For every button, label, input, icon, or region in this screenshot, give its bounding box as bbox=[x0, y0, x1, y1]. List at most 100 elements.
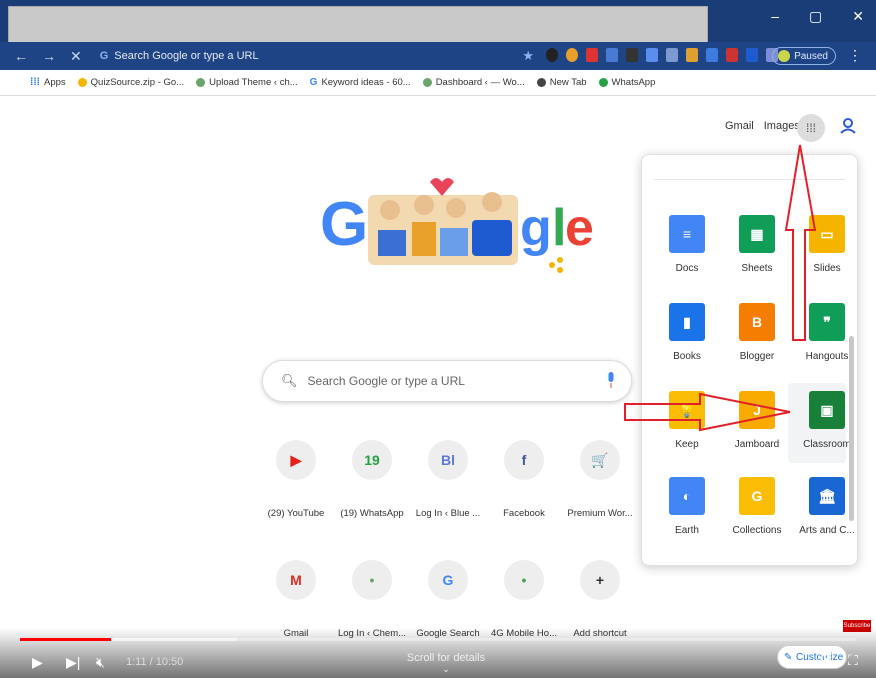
shortcut-favicon-icon: 19 bbox=[352, 440, 392, 480]
extension-icon[interactable] bbox=[546, 48, 558, 62]
minimize-icon[interactable]: – bbox=[771, 8, 779, 25]
bookmark-label: Apps bbox=[44, 77, 66, 88]
search-box[interactable]: 🔍︎ Search Google or type a URL bbox=[262, 360, 632, 402]
window-controls: – ▢ ✕ bbox=[771, 8, 864, 25]
gmail-link[interactable]: Gmail bbox=[725, 120, 754, 132]
forward-icon[interactable]: → bbox=[42, 48, 56, 64]
app-label: Sheets bbox=[741, 263, 773, 274]
images-link[interactable]: Images bbox=[764, 120, 800, 132]
bookmark-label: Dashboard ‹ — Wo... bbox=[435, 77, 525, 88]
app-label: Keep bbox=[675, 439, 699, 450]
drive-icon bbox=[77, 78, 87, 87]
bookmark-label: WhatsApp bbox=[611, 77, 656, 88]
shortcut-tile[interactable]: Bl Log In ‹ Blue ... bbox=[408, 440, 488, 519]
back-icon[interactable]: ← bbox=[14, 48, 28, 64]
omnibox-placeholder: Search Google or type a URL bbox=[114, 50, 259, 62]
bookmark-apps[interactable]: ⁞⁞⁞ Apps bbox=[30, 77, 66, 88]
svg-text:g: g bbox=[520, 199, 552, 257]
bookmark-item[interactable]: G Keyword ideas - 60... bbox=[310, 77, 411, 88]
maximize-icon[interactable]: ▢ bbox=[809, 8, 822, 25]
fullscreen-exit-icon[interactable]: ⛶ bbox=[848, 652, 858, 669]
bookmark-item[interactable]: WhatsApp bbox=[598, 77, 656, 88]
star-icon[interactable]: ★ bbox=[522, 48, 534, 64]
shortcut-favicon-icon: 🛒 bbox=[580, 440, 620, 480]
bookmark-item[interactable]: Dashboard ‹ — Wo... bbox=[422, 77, 525, 88]
svg-text:e: e bbox=[565, 199, 594, 257]
app-keep[interactable]: 💡 Keep bbox=[652, 391, 722, 450]
app-earth[interactable]: ◐ Earth bbox=[652, 477, 722, 536]
mic-icon[interactable] bbox=[607, 372, 615, 388]
mute-icon[interactable]: 🔇︎ bbox=[96, 654, 105, 671]
app-sheets[interactable]: ▦ Sheets bbox=[722, 215, 792, 274]
google-doodle[interactable]: G g l e bbox=[320, 160, 620, 280]
stop-icon[interactable]: ✕ bbox=[70, 48, 82, 65]
scroll-for-details[interactable]: Scroll for details ⌄ bbox=[406, 652, 486, 675]
app-label: Blogger bbox=[739, 351, 775, 362]
app-books[interactable]: ▮ Books bbox=[652, 303, 722, 362]
browser-menu-icon[interactable]: ⋮ bbox=[848, 47, 862, 64]
shortcut-favicon-icon: • bbox=[352, 560, 392, 600]
browser-toolbar: ← → ✕ G Search Google or type a URL ★ Pau… bbox=[0, 42, 876, 70]
play-icon[interactable]: ▶ bbox=[32, 654, 43, 671]
bookmark-label: New Tab bbox=[549, 77, 587, 88]
shortcut-favicon-icon: • bbox=[504, 560, 544, 600]
shortcut-label: Facebook bbox=[503, 508, 545, 519]
video-progress-bar[interactable] bbox=[20, 638, 856, 641]
google-icon: G bbox=[309, 77, 318, 88]
site-icon bbox=[196, 78, 206, 87]
account-icon[interactable] bbox=[838, 116, 858, 136]
app-docs[interactable]: ≡ Docs bbox=[652, 215, 722, 274]
paused-label: Paused bbox=[794, 50, 828, 62]
extension-icon[interactable] bbox=[686, 48, 698, 62]
app-icon: ❞ bbox=[809, 303, 845, 341]
bookmark-item[interactable]: New Tab bbox=[536, 77, 587, 88]
app-label: Books bbox=[673, 351, 701, 362]
google-apps-button[interactable]: ⁞⁞⁞ bbox=[797, 114, 825, 142]
bookmark-item[interactable]: Upload Theme ‹ ch... bbox=[196, 77, 298, 88]
shortcut-favicon-icon: f bbox=[504, 440, 544, 480]
app-label: Arts and C... bbox=[799, 525, 855, 536]
profile-paused-button[interactable]: Paused bbox=[772, 47, 836, 65]
app-collections[interactable]: G Collections bbox=[722, 477, 792, 536]
extension-icon[interactable] bbox=[706, 48, 718, 62]
avatar-icon bbox=[778, 50, 791, 62]
apps-panel-scrollbar[interactable] bbox=[849, 336, 854, 521]
shortcut-label: (29) YouTube bbox=[267, 508, 325, 519]
shortcut-tile[interactable]: ▶ (29) YouTube bbox=[256, 440, 336, 519]
extension-icon[interactable] bbox=[606, 48, 618, 62]
shortcut-favicon-icon: M bbox=[276, 560, 316, 600]
shortcut-tile[interactable]: 19 (19) WhatsApp bbox=[332, 440, 412, 519]
app-blogger[interactable]: B Blogger bbox=[722, 303, 792, 362]
apps-grid-icon: ⁞⁞⁞ bbox=[805, 121, 816, 135]
extension-icon[interactable] bbox=[566, 48, 578, 62]
omnibox[interactable]: G Search Google or type a URL bbox=[100, 50, 259, 62]
extension-icon[interactable] bbox=[626, 48, 638, 62]
extension-icon[interactable] bbox=[666, 48, 678, 62]
customize-button[interactable]: ✎ Customize bbox=[777, 645, 847, 669]
shortcut-favicon-icon: G bbox=[428, 560, 468, 600]
video-frame: – ▢ ✕ ← → ✕ G Search Google or type a URL… bbox=[0, 0, 876, 678]
extension-icon[interactable] bbox=[586, 48, 598, 62]
shortcut-label: Premium Wor... bbox=[567, 508, 633, 519]
bookmark-item[interactable]: QuizSource.zip - Go... bbox=[77, 77, 184, 88]
app-label: Slides bbox=[813, 263, 841, 274]
extension-icon[interactable] bbox=[746, 48, 758, 62]
settings-gear-icon[interactable]: ⚙ bbox=[818, 650, 833, 670]
shortcut-tile[interactable]: 🛒 Premium Wor... bbox=[560, 440, 640, 519]
search-icon: 🔍︎ bbox=[281, 373, 298, 388]
video-time: 1:11 / 10:50 bbox=[126, 656, 184, 668]
next-icon[interactable]: ▶| bbox=[66, 654, 80, 671]
app-slides[interactable]: ▭ Slides bbox=[792, 215, 857, 274]
app-icon: ▣ bbox=[809, 391, 845, 429]
app-label: Collections bbox=[732, 525, 782, 536]
app-icon: ◐ bbox=[669, 477, 705, 515]
extension-icon[interactable] bbox=[646, 48, 658, 62]
app-jamboard[interactable]: J Jamboard bbox=[722, 391, 792, 450]
bookmarks-bar: ⁞⁞⁞ Apps QuizSource.zip - Go... Upload Th… bbox=[0, 70, 876, 96]
close-icon[interactable]: ✕ bbox=[852, 8, 864, 25]
redaction-box bbox=[8, 6, 708, 46]
app-icon: ▭ bbox=[809, 215, 845, 253]
shortcut-tile[interactable]: f Facebook bbox=[484, 440, 564, 519]
app-icon: J bbox=[739, 391, 775, 429]
extension-icon[interactable] bbox=[726, 48, 738, 62]
